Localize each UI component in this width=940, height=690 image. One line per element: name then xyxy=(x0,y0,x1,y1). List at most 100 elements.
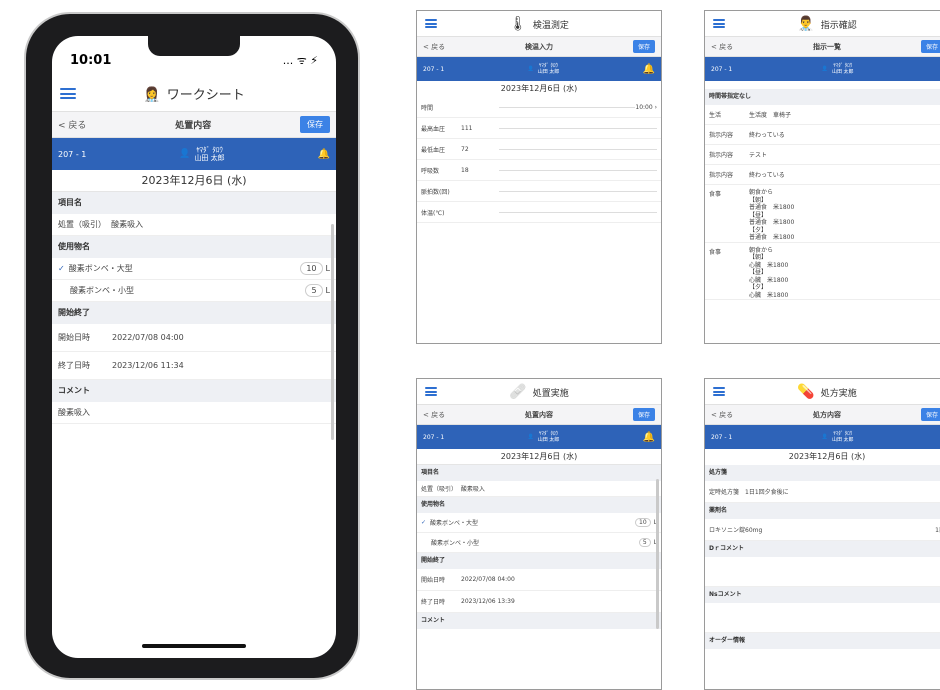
vital-row[interactable]: 時間 10:00 › xyxy=(417,97,661,118)
end-label: 終了日時 xyxy=(421,599,446,606)
order-label: 指示内容 xyxy=(709,172,734,179)
vital-label: 呼吸数 xyxy=(421,167,440,175)
use-small-label: 酸素ボンベ・小型 xyxy=(70,286,134,295)
order-row[interactable]: 指示内容 終わっている xyxy=(705,125,940,145)
bell-icon[interactable]: 🔔 xyxy=(643,432,655,443)
input-line xyxy=(499,169,657,171)
vital-value[interactable]: 18 xyxy=(461,167,491,174)
app-bar: 👩‍⚕️ ワークシート xyxy=(52,76,336,112)
back-button[interactable]: < 戻る xyxy=(423,410,445,420)
patient-bar[interactable]: 207 - 1 👤 ﾔﾏﾀﾞ ﾀﾛｳ 山田 太郎 xyxy=(705,57,940,81)
section-comment: コメント xyxy=(417,613,661,629)
dr-comment-row[interactable] xyxy=(705,557,940,587)
save-button[interactable]: 保存 xyxy=(632,408,655,421)
start-value: 2022/07/08 04:00 xyxy=(461,576,515,583)
use-row-large[interactable]: ✓酸素ボンベ・大型10L xyxy=(52,258,336,280)
save-button[interactable]: 保存 xyxy=(920,408,940,421)
vital-row[interactable]: 体温(℃) xyxy=(417,202,661,223)
patient-name: 山田 太郎 xyxy=(537,69,560,75)
use-large-qty[interactable]: 10 xyxy=(300,262,323,275)
save-button[interactable]: 保存 xyxy=(920,40,940,53)
order-value: 終わっている xyxy=(749,172,785,179)
patient-bar[interactable]: 207 - 1 👤 ﾔﾏﾀﾞ ﾀﾛｳ 山田 太郎 🔔 xyxy=(417,57,661,81)
patient-bar[interactable]: 207 - 1 👤 ﾔﾏﾀﾞ ﾀﾛｳ 山田 太郎 🔔 xyxy=(417,425,661,449)
meal-row-1[interactable]: 食事 朝食から 【朝】 普通食 米1800 【昼】 普通食 米1800 【夕】 普… xyxy=(705,185,940,243)
section-item-name: 項目名 xyxy=(52,192,336,214)
end-value: 2023/12/06 13:39 xyxy=(461,598,515,605)
order-row[interactable]: 指示内容 終わっている xyxy=(705,165,940,185)
order-label: 指示内容 xyxy=(709,152,734,159)
person-icon: 👤 xyxy=(527,434,534,440)
start-row[interactable]: 開始日時 2022/07/08 04:00 xyxy=(52,324,336,352)
meal-value: 朝食から 【朝】 普通食 米1800 【昼】 普通食 米1800 【夕】 普通食… xyxy=(749,189,795,241)
end-row[interactable]: 終了日時 2023/12/06 13:39 xyxy=(417,591,661,613)
end-value: 2023/12/06 11:34 xyxy=(112,361,184,370)
order-value: テスト xyxy=(749,152,768,159)
save-button[interactable]: 保存 xyxy=(632,40,655,53)
start-value: 2022/07/08 04:00 xyxy=(112,333,184,342)
use-large-qty[interactable]: 10 xyxy=(635,518,651,527)
section-item-name: 項目名 xyxy=(417,465,661,481)
person-icon: 👤 xyxy=(179,148,191,159)
vital-row[interactable]: 呼吸数 18 xyxy=(417,160,661,181)
scrollbar[interactable] xyxy=(656,479,659,629)
section-dr-comment: Dｒコメント xyxy=(705,541,940,557)
thermometer-icon: 🌡 xyxy=(509,15,527,32)
vital-row[interactable]: 最高血圧 111 xyxy=(417,118,661,139)
section-period: 開始終了 xyxy=(52,302,336,324)
section-use: 使用物名 xyxy=(417,497,661,513)
bell-icon[interactable]: 🔔 xyxy=(318,149,330,160)
back-button[interactable]: < 戻る xyxy=(711,42,733,52)
nav-title: 検温入力 xyxy=(525,42,554,51)
back-button[interactable]: < 戻る xyxy=(423,42,445,52)
vital-label: 体温(℃) xyxy=(421,209,445,217)
input-line xyxy=(499,127,657,129)
vital-row[interactable]: 最低血圧 72 xyxy=(417,139,661,160)
app-bar: 🩹 処置実施 xyxy=(417,379,661,405)
meal-row-2[interactable]: 食事 朝食から 【朝】 心臓 米1800 【昼】 心臓 米1800 【夕】 心臓 … xyxy=(705,243,940,300)
orders-list: 生活 生活度 車椅子 指示内容 終わっている 指示内容 テスト 指示内容 終わっている xyxy=(705,105,940,185)
input-line xyxy=(499,148,657,150)
ns-comment-row[interactable] xyxy=(705,603,940,633)
order-row[interactable]: 指示内容 テスト xyxy=(705,145,940,165)
end-row[interactable]: 終了日時 2023/12/06 11:34 xyxy=(52,352,336,380)
bell-icon[interactable]: 🔔 xyxy=(643,64,655,75)
vital-row[interactable]: 脈拍数(回) xyxy=(417,181,661,202)
save-button[interactable]: 保存 xyxy=(299,116,330,133)
tablet-prescription: 💊 処方実施 < 戻る 処方内容 保存 207 - 1 👤 ﾔﾏﾀﾞ ﾀﾛｳ 山田 太郎 2… xyxy=(704,378,940,690)
vital-value[interactable]: 72 xyxy=(461,146,491,153)
nav-title: 処置内容 xyxy=(175,121,212,131)
prescription-row: 定時処方箋 1日1回夕食後に xyxy=(705,481,940,503)
use-row-small[interactable]: 酸素ボンベ・小型5L xyxy=(417,533,661,553)
nav-title: 指示一覧 xyxy=(813,42,842,51)
vital-value[interactable]: 111 xyxy=(461,125,491,132)
use-small-qty[interactable]: 5 xyxy=(305,284,323,297)
vital-label: 時間 xyxy=(421,104,434,112)
use-row-large[interactable]: ✓酸素ボンベ・大型10L xyxy=(417,513,661,533)
patient-name: 山田 太郎 xyxy=(831,437,854,443)
patient-bar[interactable]: 207 - 1 👤 ﾔﾏﾀﾞ ﾀﾛｳ 山田 太郎 🔔 xyxy=(52,138,336,170)
use-small-unit: L xyxy=(325,286,330,295)
scrollbar[interactable] xyxy=(331,224,334,440)
nav-title: 処方内容 xyxy=(813,410,842,419)
start-row[interactable]: 開始日時 2022/07/08 04:00 xyxy=(417,569,661,591)
start-label: 開始日時 xyxy=(421,577,446,584)
use-large-unit: L xyxy=(325,264,330,273)
back-button[interactable]: < 戻る xyxy=(711,410,733,420)
back-button[interactable]: < 戻る xyxy=(58,118,86,131)
use-small-qty[interactable]: 5 xyxy=(638,538,651,547)
patient-room: 207 - 1 xyxy=(58,149,87,159)
comment-row[interactable]: 酸素吸入 xyxy=(52,402,336,424)
date-header: 2023年12月6日 (水) xyxy=(788,452,866,461)
order-label: 生活 xyxy=(709,112,722,119)
meal-value: 朝食から 【朝】 心臓 米1800 【昼】 心臓 米1800 【夕】 心臓 米1… xyxy=(749,246,789,299)
order-row[interactable]: 生活 生活度 車椅子 xyxy=(705,105,940,125)
use-row-small[interactable]: 酸素ボンベ・小型 5L xyxy=(52,280,336,302)
section-no-time: 時間帯指定なし xyxy=(705,89,940,105)
patient-bar[interactable]: 207 - 1 👤 ﾔﾏﾀﾞ ﾀﾛｳ 山田 太郎 xyxy=(705,425,940,449)
section-ns-comment: Nsコメント xyxy=(705,587,940,603)
tablet-treatment: 🩹 処置実施 < 戻る 処置内容 保存 207 - 1 👤 ﾔﾏﾀﾞ ﾀﾛｳ 山田 太郎 🔔 … xyxy=(416,378,662,690)
date-header: 2023年12月6日 (水) xyxy=(417,449,661,465)
patient-room: 207 - 1 xyxy=(423,433,445,441)
person-icon: 👤 xyxy=(821,66,828,72)
